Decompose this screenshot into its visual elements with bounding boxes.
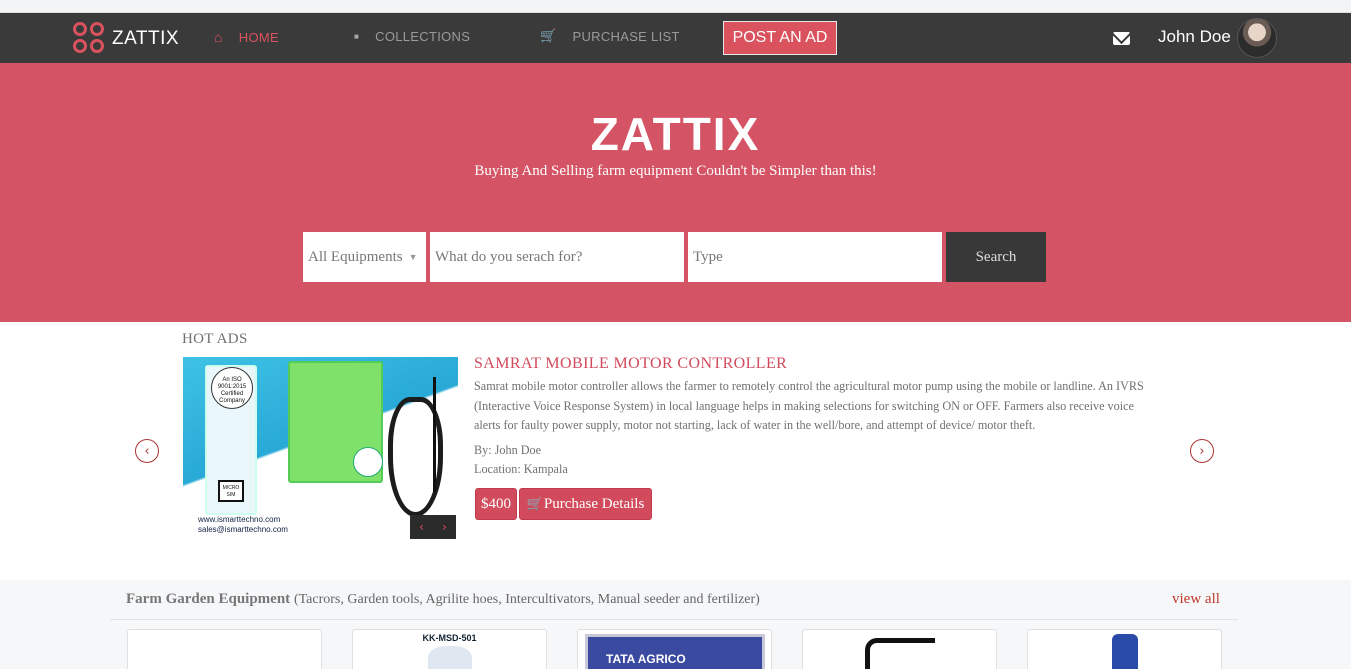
image-url-2: sales@ismarttechno.com: [198, 525, 288, 534]
purchase-details-label: Purchase Details: [543, 495, 645, 512]
post-ad-button[interactable]: POST AN AD: [723, 21, 837, 55]
nav-collections[interactable]: ■ COLLECTIONS: [354, 29, 470, 44]
image-slider-nav: ‹ ›: [410, 515, 456, 539]
cart-icon: 🛒: [540, 29, 557, 44]
user-name[interactable]: John Doe: [1158, 27, 1231, 47]
product-card[interactable]: [1027, 629, 1222, 669]
iso-badge: An ISO 9001:2015 Certified Company: [211, 367, 253, 409]
carousel-next-button[interactable]: ›: [1190, 439, 1214, 463]
browser-strip: [0, 0, 1351, 13]
image-url-text: www.ismarttechno.com sales@ismarttechno.…: [198, 515, 288, 535]
hero-banner: ZATTIX Buying And Selling farm equipment…: [0, 63, 1351, 322]
product-card[interactable]: [802, 629, 997, 669]
product-card[interactable]: [127, 629, 322, 669]
search-query-input[interactable]: [430, 232, 684, 282]
product-card[interactable]: TATA AGRICO: [577, 629, 772, 669]
purchase-details-button[interactable]: 🛒 Purchase Details: [519, 488, 652, 520]
caret-down-icon: ▼: [408, 252, 418, 262]
hoe-tool-image: [864, 638, 935, 669]
view-all-link[interactable]: view all: [1172, 591, 1220, 608]
cart-icon: 🛒: [526, 496, 543, 512]
cultivator-image: [1111, 634, 1138, 669]
brand-logo-icon: [73, 22, 107, 56]
nav-home-label: HOME: [238, 29, 279, 45]
brand-name: ZATTIX: [112, 28, 180, 49]
ad-seller: By: John Doe: [474, 443, 542, 457]
avatar[interactable]: [1237, 18, 1277, 58]
micro-sim-label: MICRO SIM: [218, 480, 244, 502]
category-title: Farm Garden Equipment (Tacrors, Garden t…: [126, 591, 760, 608]
nav-purchase-list-label: PURCHASE LIST: [572, 29, 680, 44]
device-tag: [353, 447, 383, 477]
search-type-input[interactable]: [688, 232, 942, 282]
image-next-icon[interactable]: ›: [442, 520, 447, 534]
product-card[interactable]: KK-MSD-501: [352, 629, 547, 669]
ad-title[interactable]: SAMRAT MOBILE MOTOR CONTROLLER: [474, 355, 787, 373]
search-button[interactable]: Search: [946, 232, 1046, 282]
nav-collections-label: COLLECTIONS: [375, 29, 471, 44]
mail-icon[interactable]: [1113, 32, 1130, 45]
home-icon: ⌂: [214, 29, 223, 45]
hero-subtitle: Buying And Selling farm equipment Couldn…: [474, 163, 877, 179]
category-select[interactable]: All Equipments ▼: [303, 232, 426, 282]
antenna: [433, 377, 436, 492]
nav-purchase-list[interactable]: 🛒 PURCHASE LIST: [540, 29, 680, 44]
square-icon: ■: [354, 32, 360, 41]
navbar: ZATTIX ⌂ HOME ■ COLLECTIONS 🛒 PURCHASE L…: [0, 13, 1351, 63]
product-label: KK-MSD-501: [422, 633, 477, 643]
image-url-1: www.ismarttechno.com: [198, 515, 281, 524]
category-subtitle: (Tacrors, Garden tools, Agrilite hoes, I…: [293, 592, 760, 607]
hero-title: ZATTIX: [590, 108, 761, 160]
category-name: Farm Garden Equipment: [126, 591, 291, 607]
ad-location: Location: Kampala: [474, 462, 568, 476]
image-prev-icon[interactable]: ‹: [419, 520, 424, 534]
ad-description: Samrat mobile motor controller allows th…: [474, 379, 1144, 432]
ad-product-image[interactable]: An ISO 9001:2015 Certified Company MICRO…: [183, 357, 458, 540]
brand-logo-link[interactable]: ZATTIX: [73, 21, 179, 57]
nav-home[interactable]: ⌂ HOME: [214, 29, 279, 45]
carousel-prev-button[interactable]: ‹: [135, 439, 159, 463]
price-button[interactable]: $400: [475, 488, 517, 520]
product-label: TATA AGRICO: [606, 652, 686, 666]
category-select-value: All Equipments: [308, 248, 403, 265]
seeder-image: [427, 646, 472, 669]
hot-ads-heading: HOT ADS: [182, 331, 248, 347]
